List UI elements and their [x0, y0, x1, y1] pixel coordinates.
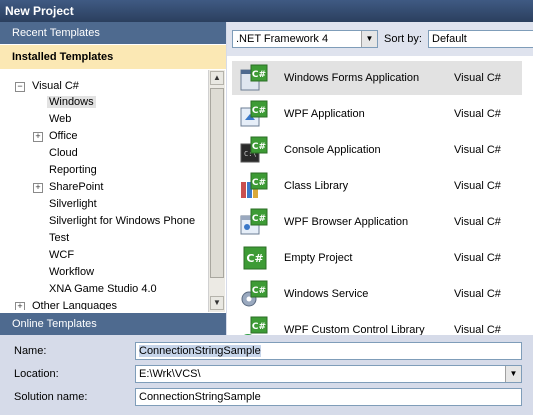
svg-text:C#: C#: [252, 214, 266, 224]
template-item-wpf-application[interactable]: C# WPF Application Visual C#: [232, 97, 522, 131]
sort-value: Default: [432, 33, 467, 45]
tree-item-label: Silverlight for Windows Phone: [49, 215, 196, 227]
tree-item-label: Reporting: [49, 164, 97, 176]
recent-templates-header[interactable]: Recent Templates: [0, 22, 226, 44]
window-title: New Project: [0, 0, 533, 22]
template-language: Visual C#: [454, 72, 501, 84]
tree-item-reporting[interactable]: Reporting: [47, 162, 99, 179]
template-name: Windows Service: [284, 288, 369, 300]
scroll-thumb[interactable]: [210, 88, 224, 278]
tree-item-label: Office: [49, 130, 78, 142]
template-name: WPF Custom Control Library: [284, 324, 425, 335]
svg-text:C#: C#: [252, 106, 266, 116]
framework-select[interactable]: .NET Framework 4 ▼: [232, 30, 378, 48]
svg-text:C#: C#: [252, 142, 266, 152]
name-label: Name:: [14, 345, 47, 357]
wpf-custom-control-icon: C#: [244, 316, 268, 335]
tree-item-windows[interactable]: Windows: [47, 94, 96, 111]
console-application-icon: C:\ C#: [240, 136, 268, 163]
installed-templates-header[interactable]: Installed Templates: [0, 45, 226, 69]
tree-item-label: Workflow: [49, 266, 95, 278]
template-item-windows-service[interactable]: C# Windows Service Visual C#: [232, 277, 522, 311]
template-language: Visual C#: [454, 144, 501, 156]
tree-item-label: Windows: [47, 96, 96, 108]
tree-item-web[interactable]: Web: [47, 111, 73, 128]
template-item-class-library[interactable]: C# Class Library Visual C#: [232, 169, 522, 203]
svg-text:C#: C#: [252, 286, 266, 296]
solution-name-field[interactable]: ConnectionStringSample: [135, 388, 522, 406]
template-name: WPF Browser Application: [284, 216, 409, 228]
tree-item-workflow[interactable]: Workflow: [47, 264, 96, 281]
scroll-up-icon[interactable]: ▲: [210, 71, 224, 85]
empty-project-icon: C#: [243, 246, 267, 270]
tree-item-silverlight[interactable]: Silverlight: [47, 196, 99, 213]
tree-item-label: Web: [49, 113, 72, 125]
chevron-down-icon[interactable]: ▼: [505, 366, 521, 382]
project-details-form: Name: ConnectionStringSample Location: E…: [0, 335, 533, 415]
template-name: Empty Project: [284, 252, 353, 264]
wpf-browser-icon: C#: [240, 208, 268, 235]
sort-label: Sort by:: [384, 33, 422, 45]
svg-text:C#: C#: [252, 322, 266, 332]
location-label: Location:: [14, 368, 59, 380]
expand-icon[interactable]: +: [15, 302, 25, 310]
svg-text:C#: C#: [252, 70, 266, 80]
tree-item-label: WCF: [49, 249, 75, 261]
tree-item-label: SharePoint: [49, 181, 104, 193]
location-value: E:\Wrk\VCS\: [139, 368, 201, 380]
framework-value: .NET Framework 4: [236, 33, 329, 45]
tree-scrollbar[interactable]: ▲ ▼: [208, 70, 225, 312]
svg-text:C#: C#: [246, 252, 263, 265]
windows-forms-icon: C#: [240, 64, 268, 91]
online-templates-header[interactable]: Online Templates: [0, 313, 226, 335]
template-language: Visual C#: [454, 180, 501, 192]
template-language: Visual C#: [454, 324, 501, 335]
templates-toolbar: .NET Framework 4 ▼ Sort by: Default: [227, 22, 533, 56]
wpf-application-icon: C#: [240, 100, 268, 127]
expand-icon[interactable]: +: [33, 132, 43, 142]
tree-item-label: Cloud: [49, 147, 78, 159]
template-item-empty-project[interactable]: C# Empty Project Visual C#: [232, 241, 522, 275]
sort-select[interactable]: Default: [428, 30, 533, 48]
tree-item-silverlight-phone[interactable]: Silverlight for Windows Phone: [47, 213, 197, 230]
tree-item-label: XNA Game Studio 4.0: [49, 283, 157, 295]
template-name: WPF Application: [284, 108, 365, 120]
tree-item-xna[interactable]: XNA Game Studio 4.0: [47, 281, 159, 298]
tree-item-cloud[interactable]: Cloud: [47, 145, 80, 162]
template-tree: − Visual C# Windows Web + Office Cloud R…: [0, 70, 210, 310]
tree-item-label: Other Languages: [32, 300, 118, 310]
collapse-icon[interactable]: −: [15, 82, 25, 92]
scroll-down-icon[interactable]: ▼: [210, 296, 224, 310]
name-field[interactable]: ConnectionStringSample: [135, 342, 522, 360]
template-item-wpf-browser[interactable]: C# WPF Browser Application Visual C#: [232, 205, 522, 239]
svg-text:C#: C#: [252, 178, 266, 188]
template-item-windows-forms[interactable]: C# Windows Forms Application Visual C#: [232, 61, 522, 95]
tree-item-label: Visual C#: [32, 80, 79, 92]
template-language: Visual C#: [454, 252, 501, 264]
template-language: Visual C#: [454, 108, 501, 120]
template-language: Visual C#: [454, 216, 501, 228]
templates-pane: .NET Framework 4 ▼ Sort by: Default C# W…: [227, 22, 533, 335]
solution-name-label: Solution name:: [14, 391, 88, 403]
location-field[interactable]: E:\Wrk\VCS\ ▼: [135, 365, 522, 383]
class-library-icon: C#: [241, 172, 268, 198]
name-value: ConnectionStringSample: [139, 345, 261, 357]
template-item-wpf-custom-control[interactable]: C# WPF Custom Control Library Visual C#: [232, 313, 522, 335]
template-name: Class Library: [284, 180, 349, 192]
tree-item-test[interactable]: Test: [47, 230, 71, 247]
template-name: Windows Forms Application: [284, 72, 420, 84]
solution-name-value: ConnectionStringSample: [139, 391, 261, 403]
template-categories-pane: Recent Templates Installed Templates − V…: [0, 22, 226, 342]
tree-item-wcf[interactable]: WCF: [47, 247, 76, 264]
tree-item-label: Silverlight: [49, 198, 97, 210]
windows-service-icon: C#: [241, 280, 268, 307]
tree-item-label: Test: [49, 232, 70, 244]
template-list: C# Windows Forms Application Visual C# C…: [227, 57, 533, 335]
expand-icon[interactable]: +: [33, 183, 43, 193]
template-language: Visual C#: [454, 288, 501, 300]
template-item-console-application[interactable]: C:\ C# Console Application Visual C#: [232, 133, 522, 167]
chevron-down-icon[interactable]: ▼: [361, 31, 377, 47]
template-name: Console Application: [284, 144, 381, 156]
